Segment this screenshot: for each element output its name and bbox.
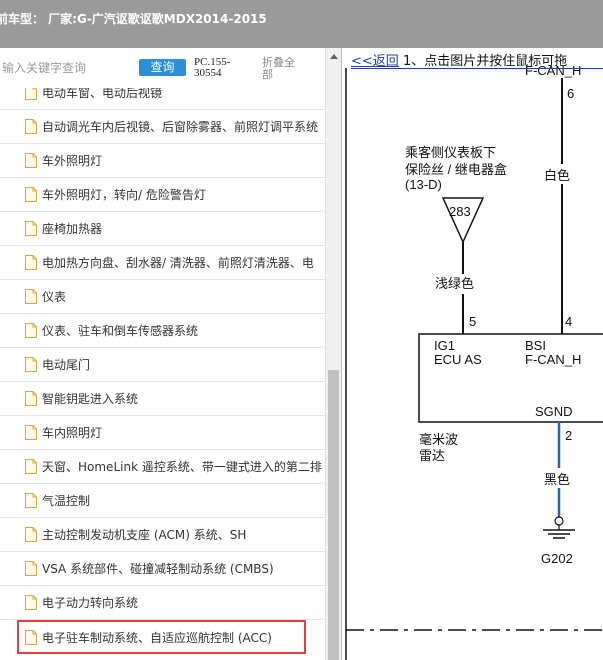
document-icon bbox=[25, 221, 37, 236]
tree-item-label: 座椅加热器 bbox=[42, 222, 103, 236]
tree-item[interactable]: 电子动力转向系统 bbox=[0, 586, 325, 620]
tree-item-label: 电动尾门 bbox=[42, 358, 91, 372]
wiring-diagram[interactable]: F-CAN_H 6 白色 乘客侧仪表板下 保险丝 / 继电器盒 (13-D) 2… bbox=[343, 48, 603, 660]
tree-item-label: 天窗、HomeLink 遥控系统、带一键式进入的第二排 bbox=[42, 460, 322, 474]
tree-item[interactable]: 电子驻车制动系统、自适应巡航控制 (ACC) bbox=[17, 620, 306, 654]
document-icon bbox=[25, 527, 37, 542]
tree-item-label: 电子驻车制动系统、自适应巡航控制 (ACC) bbox=[42, 630, 272, 645]
document-icon bbox=[25, 425, 37, 440]
tree-item-label: 主动控制发动机支座 (ACM) 系统、SH bbox=[42, 528, 247, 542]
tree-item[interactable]: 电加热方向盘、刮水器/ 清洗器、前照灯清洗器、电 bbox=[0, 246, 325, 280]
ecu-bsi-label: BSI bbox=[525, 338, 546, 353]
tree-item[interactable]: 电动车窗、电动后视镜 bbox=[0, 88, 325, 110]
viewer-toolbar: <<返回 1、点击图片并按住鼠标可拖 bbox=[351, 50, 567, 69]
pin-4-label: 4 bbox=[565, 314, 572, 329]
document-icon bbox=[25, 255, 37, 270]
tree-item[interactable]: 座椅加热器 bbox=[0, 212, 325, 246]
diagram-viewer[interactable]: F-CAN_H 6 白色 乘客侧仪表板下 保险丝 / 继电器盒 (13-D) 2… bbox=[343, 48, 603, 660]
tree-item[interactable]: 主动控制发动机支座 (ACM) 系统、SH bbox=[0, 518, 325, 552]
ground-label: G202 bbox=[541, 551, 573, 566]
document-icon bbox=[25, 289, 37, 304]
window-title-bar: 前车型： 厂家:G-广汽讴歌讴歌MDX2014-2015 bbox=[0, 0, 603, 48]
tree-item-label: 仪表 bbox=[42, 290, 67, 304]
search-input[interactable] bbox=[0, 58, 130, 78]
tree-item[interactable]: 电动尾门 bbox=[0, 348, 325, 382]
document-icon bbox=[25, 119, 37, 134]
tree-item-label: 车内照明灯 bbox=[42, 426, 103, 440]
fuse-box-label-1: 乘客侧仪表板下 bbox=[405, 145, 496, 160]
toolbar-underline bbox=[351, 68, 603, 69]
pin-5-label: 5 bbox=[469, 314, 476, 329]
search-button[interactable]: 查询 bbox=[139, 59, 186, 76]
ecu-ig1-label: IG1 bbox=[434, 338, 455, 353]
tree-item[interactable]: 车外照明灯，转向/ 危险警告灯 bbox=[0, 178, 325, 212]
black-wire-label: 黑色 bbox=[544, 472, 570, 487]
tree-scrollbar[interactable] bbox=[325, 48, 341, 660]
pin-2-label: 2 bbox=[565, 428, 572, 443]
light-green-wire-label: 浅绿色 bbox=[435, 276, 474, 291]
tree-item-label: 仪表、驻车和倒车传感器系统 bbox=[42, 324, 199, 338]
fuse-number: 283 bbox=[449, 204, 471, 219]
ecu-sgnd-label: SGND bbox=[535, 404, 573, 419]
white-wire-label: 白色 bbox=[544, 168, 570, 183]
tree-item[interactable]: 智能钥匙进入系统 bbox=[0, 382, 325, 416]
pc-code-text: PC.155-30554 bbox=[194, 56, 231, 79]
tree-item-label: 车外照明灯 bbox=[42, 154, 103, 168]
tree-item[interactable]: 自动调光车内后视镜、后窗除雾器、前照灯调平系统 bbox=[0, 110, 325, 144]
scroll-up-arrow-icon[interactable] bbox=[330, 54, 338, 59]
tree-item-label: 电加热方向盘、刮水器/ 清洗器、前照灯清洗器、电 bbox=[42, 256, 314, 270]
scroll-thumb[interactable] bbox=[328, 370, 339, 660]
search-row: 查询 PC.155-30554 折叠全部 bbox=[0, 48, 325, 88]
tree-item[interactable]: 气温控制 bbox=[0, 484, 325, 518]
tree-item[interactable]: 仪表 bbox=[0, 280, 325, 314]
document-icon bbox=[25, 357, 37, 372]
module-name-2: 雷达 bbox=[419, 448, 445, 463]
fuse-box-label-3: (13-D) bbox=[405, 177, 442, 192]
tree-item-label: 智能钥匙进入系统 bbox=[42, 392, 139, 406]
document-icon bbox=[25, 323, 37, 338]
pin-6-label: 6 bbox=[567, 86, 574, 101]
tree-item-label: 电子动力转向系统 bbox=[42, 596, 139, 610]
tree-item-label: 车外照明灯，转向/ 危险警告灯 bbox=[42, 188, 206, 202]
tree-item-label: 电动车窗、电动后视镜 bbox=[42, 88, 163, 100]
document-icon bbox=[25, 595, 37, 610]
document-icon bbox=[25, 187, 37, 202]
tree-item[interactable]: VSA 系统部件、碰撞减轻制动系统 (CMBS) bbox=[0, 552, 325, 586]
document-icon bbox=[25, 391, 37, 406]
left-panel: 查询 PC.155-30554 折叠全部 电动车窗、电动后视镜自动调光车内后视镜… bbox=[0, 48, 342, 660]
tree-item[interactable]: 车外照明灯 bbox=[0, 144, 325, 178]
document-icon bbox=[25, 629, 37, 645]
fold-all-link[interactable]: 折叠全部 bbox=[262, 57, 304, 81]
vehicle-title: 前车型： 厂家:G-广汽讴歌讴歌MDX2014-2015 bbox=[0, 12, 267, 26]
document-icon bbox=[25, 459, 37, 474]
document-icon bbox=[25, 561, 37, 576]
tree-item-label: 自动调光车内后视镜、后窗除雾器、前照灯调平系统 bbox=[42, 120, 319, 134]
module-name-1: 毫米波 bbox=[419, 432, 458, 447]
tree-item-label: VSA 系统部件、碰撞减轻制动系统 (CMBS) bbox=[42, 562, 274, 576]
document-icon bbox=[25, 88, 37, 100]
back-link[interactable]: <<返回 bbox=[351, 54, 399, 69]
ecu-ig1-sub-label: ECU AS bbox=[434, 352, 482, 367]
document-icon bbox=[25, 493, 37, 508]
document-icon bbox=[25, 153, 37, 168]
ground-terminal-icon bbox=[554, 516, 564, 526]
viewer-instruction: 1、点击图片并按住鼠标可拖 bbox=[402, 54, 568, 69]
tree-item[interactable]: 天窗、HomeLink 遥控系统、带一键式进入的第二排 bbox=[0, 450, 325, 484]
tree-item[interactable]: 车内照明灯 bbox=[0, 416, 325, 450]
document-tree: 电动车窗、电动后视镜自动调光车内后视镜、后窗除雾器、前照灯调平系统 车外照明灯车外… bbox=[0, 88, 325, 660]
fuse-box-label-2: 保险丝 / 继电器盒 bbox=[405, 162, 507, 177]
tree-item[interactable]: 仪表、驻车和倒车传感器系统 bbox=[0, 314, 325, 348]
ecu-bsi-sub-label: F-CAN_H bbox=[525, 352, 581, 367]
tree-item-label: 气温控制 bbox=[42, 494, 91, 508]
